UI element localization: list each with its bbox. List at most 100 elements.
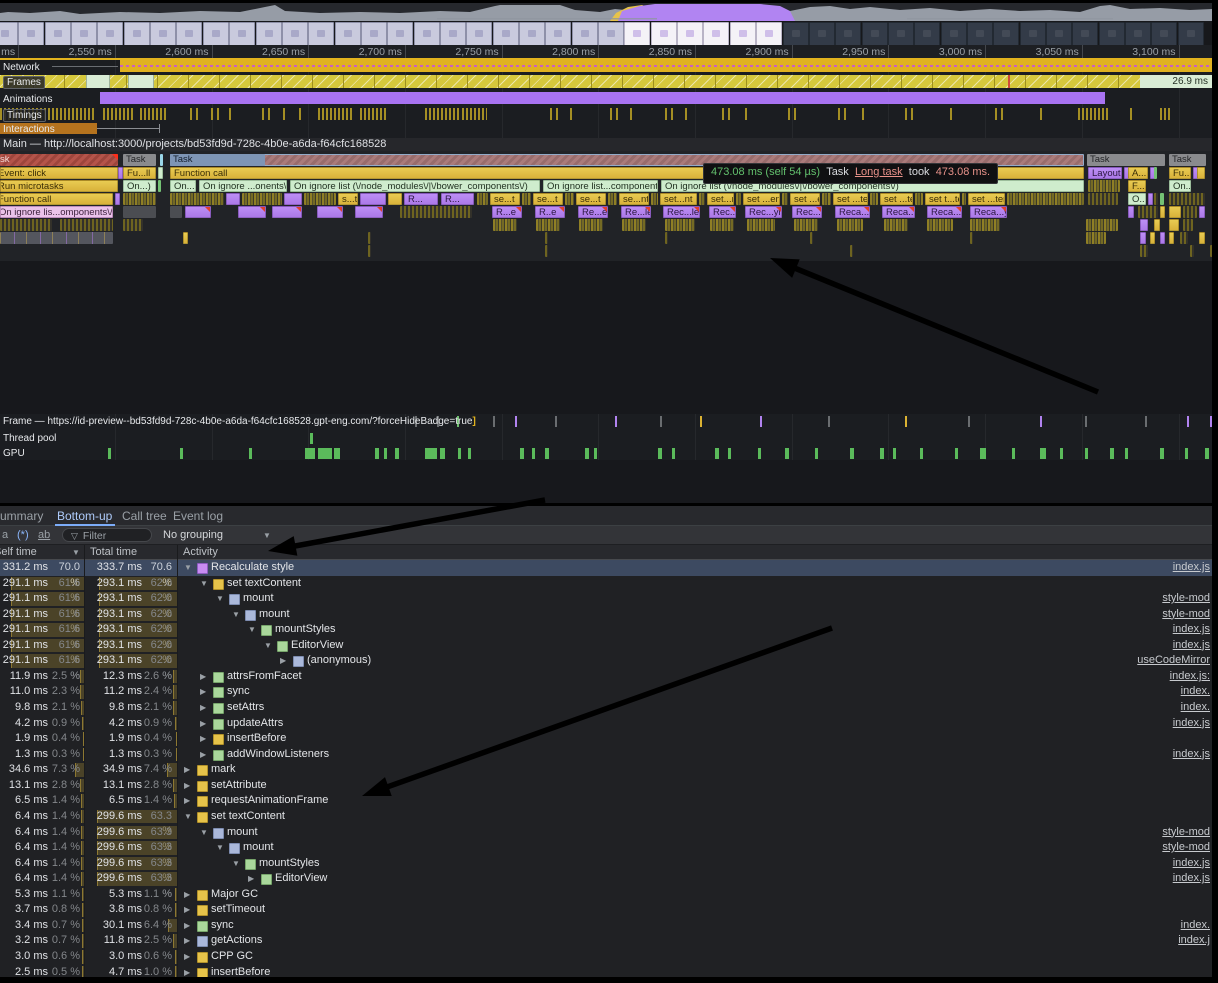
source-link[interactable]: index.js: bbox=[1170, 669, 1210, 685]
flame-filler[interactable] bbox=[962, 193, 966, 205]
table-row[interactable]: 11.0 ms2.3 %11.2 ms2.4 %▶syncindex. bbox=[0, 684, 1212, 700]
table-row[interactable]: 6.4 ms1.4 %299.6 ms63.3 %▼mountstyle-mod bbox=[0, 825, 1212, 841]
timing-mark[interactable] bbox=[211, 108, 213, 120]
flame-segment[interactable]: F...l bbox=[1128, 180, 1146, 192]
flame-segment[interactable]: On ignore lis...omponents\/) bbox=[0, 206, 113, 218]
gpu-activity-tick[interactable] bbox=[545, 448, 549, 459]
flame-filler[interactable] bbox=[368, 245, 371, 257]
gpu-activity-tick[interactable] bbox=[395, 448, 399, 459]
filmstrip-thumbnail[interactable] bbox=[598, 22, 624, 46]
flame-segment[interactable]: Reca...yle bbox=[970, 206, 1007, 218]
filmstrip-thumbnail[interactable] bbox=[282, 22, 308, 46]
flame-segment[interactable]: R...e bbox=[492, 206, 522, 218]
activity-name[interactable]: addWindowListeners bbox=[227, 747, 329, 763]
idle-frame[interactable] bbox=[128, 75, 154, 88]
timing-mark[interactable] bbox=[995, 108, 997, 120]
timing-mark[interactable] bbox=[911, 108, 913, 120]
collapsed-arrow-icon[interactable]: ▶ bbox=[200, 684, 210, 700]
flame-filler[interactable] bbox=[970, 219, 1000, 231]
flame-filler[interactable] bbox=[170, 206, 182, 218]
filmstrip-thumbnail[interactable] bbox=[572, 22, 598, 46]
tooltip-long-task-link[interactable]: Long task bbox=[855, 166, 903, 178]
gpu-activity-tick[interactable] bbox=[815, 448, 818, 459]
activity-name[interactable]: setAttrs bbox=[227, 700, 264, 716]
flame-filler[interactable] bbox=[1140, 219, 1148, 231]
table-row[interactable]: 1.3 ms0.3 %1.3 ms0.3 %▶addWindowListener… bbox=[0, 747, 1212, 763]
filmstrip-thumbnail[interactable] bbox=[888, 22, 914, 46]
timing-mark[interactable] bbox=[685, 108, 687, 120]
gpu-activity-tick[interactable] bbox=[1012, 448, 1015, 459]
collapsed-arrow-icon[interactable]: ▶ bbox=[184, 949, 194, 965]
collapsed-arrow-icon[interactable]: ▶ bbox=[184, 762, 194, 778]
flame-segment[interactable]: Task bbox=[1087, 154, 1165, 166]
flame-filler[interactable] bbox=[1183, 206, 1197, 218]
frame-event-tick[interactable] bbox=[760, 416, 762, 427]
timings-track[interactable] bbox=[0, 108, 1212, 120]
collapsed-arrow-icon[interactable]: ▶ bbox=[184, 793, 194, 809]
timing-mark[interactable] bbox=[630, 108, 632, 120]
gpu-activity-tick[interactable] bbox=[1085, 448, 1088, 459]
tab-call-tree[interactable]: Call tree bbox=[122, 506, 167, 526]
flame-filler[interactable] bbox=[622, 219, 646, 231]
filmstrip-thumbnail[interactable] bbox=[545, 22, 571, 46]
activity-name[interactable]: sync bbox=[227, 684, 250, 700]
gpu-track[interactable]: GPU bbox=[0, 446, 1212, 460]
source-link[interactable]: index.js bbox=[1173, 622, 1210, 638]
table-row[interactable]: 291.1 ms61.6 %293.1 ms62.0 %▶(anonymous)… bbox=[0, 653, 1212, 669]
filmstrip-thumbnail[interactable] bbox=[18, 22, 44, 46]
gpu-activity-tick[interactable] bbox=[920, 448, 923, 459]
frame-event-tick[interactable] bbox=[515, 416, 517, 427]
expanded-arrow-icon[interactable]: ▼ bbox=[232, 856, 242, 872]
grouping-select[interactable]: No grouping bbox=[163, 526, 223, 545]
activity-name[interactable]: requestAnimationFrame bbox=[211, 793, 328, 809]
table-row[interactable]: 331.2 ms70.0 %333.7 ms70.6 %▼Recalculate… bbox=[0, 560, 1212, 576]
timing-mark[interactable] bbox=[610, 108, 612, 120]
activity-name[interactable]: attrsFromFacet bbox=[227, 669, 302, 685]
flame-segment[interactable]: On ignore ...onents\/) bbox=[199, 180, 287, 192]
expanded-arrow-icon[interactable]: ▼ bbox=[264, 638, 274, 654]
table-row[interactable]: 11.9 ms2.5 %12.3 ms2.6 %▶attrsFromFaceti… bbox=[0, 669, 1212, 685]
idle-frame[interactable] bbox=[86, 75, 110, 88]
timing-marks-cluster[interactable] bbox=[103, 108, 135, 120]
expanded-arrow-icon[interactable]: ▼ bbox=[216, 591, 226, 607]
flame-filler[interactable] bbox=[115, 193, 120, 205]
flame-segment[interactable]: Task bbox=[123, 154, 156, 166]
source-link[interactable]: index.js bbox=[1173, 871, 1210, 887]
filmstrip-thumbnail[interactable] bbox=[387, 22, 413, 46]
gpu-activity-tick[interactable] bbox=[585, 448, 589, 459]
source-link[interactable]: style-mod bbox=[1162, 607, 1210, 623]
flame-filler[interactable] bbox=[160, 154, 163, 166]
table-row[interactable]: 3.0 ms0.6 %3.0 ms0.6 %▶CPP GC bbox=[0, 949, 1212, 965]
gpu-activity-tick[interactable] bbox=[1040, 448, 1046, 459]
collapsed-arrow-icon[interactable]: ▶ bbox=[184, 887, 194, 903]
flame-segment[interactable]: Task bbox=[0, 154, 118, 166]
chevron-down-icon[interactable]: ▼ bbox=[263, 526, 271, 545]
flame-filler[interactable] bbox=[1197, 167, 1205, 179]
frame-event-tick[interactable] bbox=[905, 416, 907, 427]
filmstrip-thumbnail[interactable] bbox=[466, 22, 492, 46]
flame-segment[interactable]: R... bbox=[441, 193, 474, 205]
source-link[interactable]: index.js bbox=[1173, 747, 1210, 763]
flame-filler[interactable] bbox=[0, 232, 113, 244]
timing-mark[interactable] bbox=[844, 108, 846, 120]
activity-name[interactable]: updateAttrs bbox=[227, 716, 283, 732]
tab-summary[interactable]: Summary bbox=[0, 506, 43, 526]
flame-segment[interactable]: set t...tent bbox=[925, 193, 960, 205]
gpu-activity-tick[interactable] bbox=[1125, 448, 1128, 459]
gpu-activity-tick[interactable] bbox=[1110, 448, 1114, 459]
flame-filler[interactable] bbox=[1140, 232, 1146, 244]
gpu-activity-tick[interactable] bbox=[375, 448, 379, 459]
collapsed-arrow-icon[interactable]: ▶ bbox=[184, 918, 194, 934]
flame-filler[interactable] bbox=[1199, 206, 1205, 218]
frame-event-tick[interactable] bbox=[1085, 416, 1087, 427]
gpu-activity-tick[interactable] bbox=[672, 448, 675, 459]
flame-filler[interactable] bbox=[493, 219, 517, 231]
thread-pool-track[interactable]: Thread pool bbox=[0, 431, 1212, 445]
frame-event-tick[interactable] bbox=[828, 416, 830, 427]
gpu-activity-tick[interactable] bbox=[785, 448, 789, 459]
timing-mark[interactable] bbox=[556, 108, 558, 120]
gpu-activity-tick[interactable] bbox=[880, 448, 884, 459]
frame-event-tick[interactable] bbox=[493, 416, 495, 427]
gpu-activity-tick[interactable] bbox=[440, 448, 445, 459]
filmstrip-thumbnail[interactable] bbox=[835, 22, 861, 46]
